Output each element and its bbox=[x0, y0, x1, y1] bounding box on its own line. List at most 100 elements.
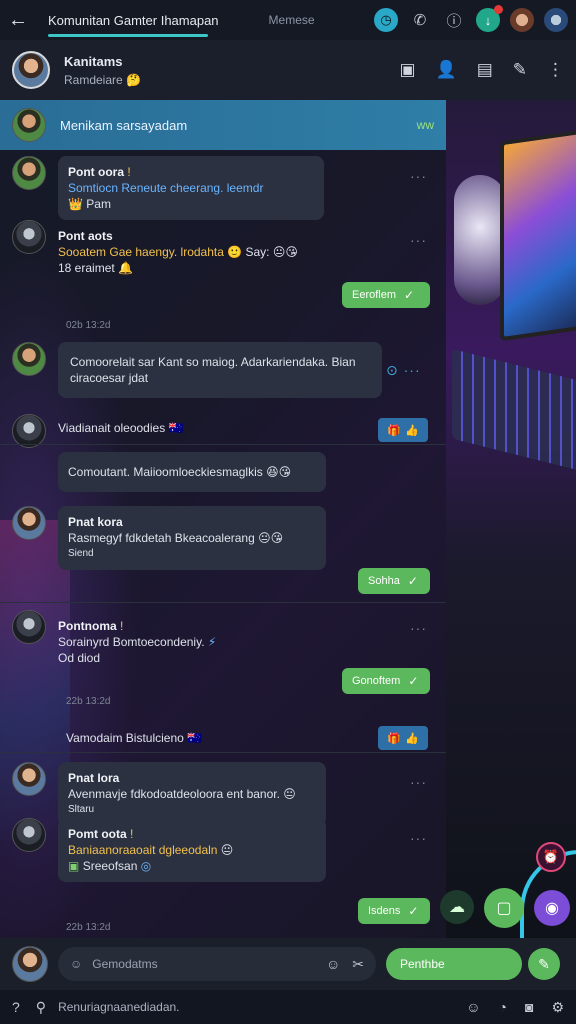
message-item: Pont oora ! Somtiocn Reneute cheerang. l… bbox=[0, 156, 324, 220]
message-bubble[interactable]: Vamodaim Bistulcieno 🇦🇺 bbox=[58, 722, 212, 754]
emoji-icon[interactable]: ☺ bbox=[70, 957, 82, 971]
sender-avatar[interactable] bbox=[12, 506, 46, 540]
message-item: Pontnoma ! Sorainyrd Bomtoecondeniy. ⚡ O… bbox=[0, 610, 226, 674]
voice-icon[interactable]: ✎ bbox=[528, 948, 560, 980]
contact-name: Kanitams bbox=[64, 53, 123, 69]
message-text: Comoorelait sar Kant so maiog. Adarkarie… bbox=[70, 355, 356, 385]
message-bubble[interactable]: Comoutant. Maiioomloeckiesmaglkis 😆😘 bbox=[58, 452, 326, 492]
message-bubble[interactable]: Pontnoma ! Sorainyrd Bomtoecondeniy. ⚡ O… bbox=[58, 610, 226, 674]
outgoing-text: Gonoftem bbox=[352, 675, 401, 687]
sender-avatar[interactable] bbox=[12, 818, 46, 852]
message-bubble[interactable]: Pnat kora Rasmegyf fdkdetah Bkeacoaleran… bbox=[58, 506, 326, 570]
back-arrow-icon[interactable]: ← bbox=[8, 9, 38, 32]
user-icon[interactable]: 👤 bbox=[436, 60, 457, 80]
message-bubble[interactable]: Pnat Iora Avenmavje fdkodoatdeoloora ent… bbox=[58, 762, 326, 826]
reaction-badge[interactable]: 🎁 👍 bbox=[378, 418, 428, 442]
read-check-icon: ✓ bbox=[408, 904, 419, 918]
contact-status: Ramdeiare 🤔 bbox=[64, 72, 141, 87]
outgoing-message[interactable]: Isdens ✓ bbox=[358, 898, 430, 924]
message-menu-icon[interactable]: ··· bbox=[410, 774, 427, 790]
help-icon[interactable]: ? bbox=[12, 999, 20, 1015]
sender-avatar[interactable] bbox=[12, 220, 46, 254]
more-options-icon[interactable]: ⋮ bbox=[547, 60, 564, 80]
reaction-badge[interactable]: 🎁 👍 bbox=[378, 726, 428, 750]
message-text: Viadianait oleoodies bbox=[58, 421, 166, 435]
sender-avatar[interactable] bbox=[12, 610, 46, 644]
message-text: Rasmegyf fdkdetah Bkeacoalerang bbox=[68, 531, 255, 545]
phone-icon[interactable]: ✆ bbox=[408, 11, 432, 29]
message-menu-icon[interactable]: ··· bbox=[410, 232, 427, 248]
contact-avatar[interactable] bbox=[12, 51, 50, 89]
sticker-icon[interactable]: ☺ bbox=[326, 956, 340, 973]
screen-share-icon[interactable]: ▣ bbox=[399, 60, 415, 80]
my-avatar[interactable] bbox=[12, 946, 48, 982]
read-check-icon: ✓ bbox=[407, 574, 418, 588]
camera-icon[interactable]: ◉ bbox=[534, 890, 570, 926]
chat-header: Kanitams Ramdeiare 🤔 ▣ 👤 ▤ ✎ ⋮ bbox=[0, 40, 576, 100]
pencil-icon[interactable]: ✎ bbox=[513, 60, 527, 80]
contact-info[interactable]: Kanitams Ramdeiare 🤔 bbox=[64, 54, 141, 87]
outgoing-message[interactable]: Sohha ✓ bbox=[358, 568, 430, 594]
divider bbox=[0, 752, 446, 753]
message-subtext: 18 eraimet bbox=[58, 261, 115, 275]
divider bbox=[0, 602, 446, 603]
info-icon[interactable]: ⓘ bbox=[442, 10, 466, 31]
top-toolbar: ◷ ✆ ⓘ ↓ bbox=[374, 5, 568, 32]
message-item: Pont aots Sooatem Gae haengy. lrodahta 🙂… bbox=[0, 220, 324, 284]
sender-avatar[interactable] bbox=[12, 414, 46, 448]
outgoing-text: Eeroflem bbox=[352, 289, 397, 301]
sender-name: Pomt oota bbox=[68, 827, 127, 841]
profile-avatar[interactable] bbox=[510, 8, 534, 32]
top-bar: ← Komunitan Gamter Ihamapan Memese ◷ ✆ ⓘ… bbox=[0, 0, 576, 40]
sender-avatar[interactable] bbox=[12, 762, 46, 796]
message-item: Comoorelait sar Kant so maiog. Adarkarie… bbox=[0, 342, 382, 398]
clock-icon[interactable]: ◷ bbox=[374, 8, 398, 32]
pinned-message-banner[interactable]: Menikam sarsayadam ww bbox=[0, 100, 446, 150]
app-title[interactable]: Komunitan Gamter Ihamapan bbox=[48, 13, 219, 28]
message-item: Comoutant. Maiioomloeckiesmaglkis 😆😘 bbox=[0, 452, 326, 492]
sender-avatar[interactable] bbox=[12, 156, 46, 190]
tab-members[interactable]: Memese bbox=[269, 13, 315, 27]
message-input[interactable]: ☺ Gemodatms ☺ ✂ bbox=[58, 947, 376, 981]
message-menu-icon[interactable]: ··· bbox=[410, 830, 427, 846]
search-icon[interactable]: ⚲ bbox=[36, 999, 46, 1016]
message-menu-icon[interactable]: ··· bbox=[410, 620, 427, 636]
compose-icon[interactable]: ▢ bbox=[484, 888, 524, 928]
message-text: Sooatem Gae haengy. lrodahta bbox=[58, 245, 224, 259]
outgoing-message[interactable]: Eeroflem ✓ bbox=[342, 282, 430, 308]
typing-indicator-icon: ⊙ ··· bbox=[386, 362, 421, 378]
instagram-icon[interactable]: ◙ bbox=[525, 999, 533, 1016]
read-check-icon: ✓ bbox=[408, 674, 419, 688]
sender-avatar[interactable] bbox=[12, 342, 46, 376]
sender-name: Pont aots bbox=[58, 229, 113, 243]
message-item: Pnat Iora Avenmavje fdkodoatdeoloora ent… bbox=[0, 762, 326, 826]
attach-icon[interactable]: ✂ bbox=[352, 956, 364, 973]
archive-icon[interactable]: ▤ bbox=[477, 60, 493, 80]
group-avatar[interactable] bbox=[544, 8, 568, 32]
message-bubble[interactable]: Pont oora ! Somtiocn Reneute cheerang. l… bbox=[58, 156, 324, 220]
timestamp: 22b 13:2d bbox=[66, 922, 111, 933]
chat-messages[interactable]: Pont oora ! Somtiocn Reneute cheerang. l… bbox=[0, 150, 446, 938]
alarm-icon[interactable]: ⏰ bbox=[536, 842, 566, 872]
settings-icon[interactable]: ⚙ bbox=[551, 999, 564, 1016]
message-item: Vamodaim Bistulcieno 🇦🇺 bbox=[0, 722, 212, 754]
chat-bubble-icon[interactable]: ☁ bbox=[440, 890, 474, 924]
message-text: Avenmavje fdkodoatdeoloora ent banor. bbox=[68, 787, 280, 801]
message-menu-icon[interactable]: ··· bbox=[410, 168, 427, 184]
gamepad-icon[interactable]: ☺ bbox=[466, 999, 480, 1016]
send-button[interactable]: Penthbe bbox=[386, 948, 522, 980]
message-subtext: Od diod bbox=[58, 651, 101, 665]
sender-name: Pnat kora bbox=[68, 515, 123, 529]
message-bubble[interactable]: Comoorelait sar Kant so maiog. Adarkarie… bbox=[58, 342, 382, 398]
divider bbox=[0, 444, 446, 445]
message-text: Somtiocn Reneute cheerang. leemdr bbox=[68, 181, 264, 195]
outgoing-message[interactable]: Gonoftem ✓ bbox=[342, 668, 430, 694]
chevron-down-icon[interactable]: ww bbox=[417, 118, 434, 132]
message-item: Viadianait oleoodies 🇦🇺 bbox=[0, 414, 193, 448]
message-bubble[interactable]: Pomt oota ! Baniaanoraaoait dgleeodaln 😐… bbox=[58, 818, 326, 882]
message-bubble[interactable]: Viadianait oleoodies 🇦🇺 bbox=[58, 414, 193, 444]
notification-icon[interactable]: ↓ bbox=[476, 5, 503, 32]
discord-icon[interactable]: ◔ bbox=[499, 999, 507, 1016]
message-bubble[interactable]: Pont aots Sooatem Gae haengy. lrodahta 🙂… bbox=[58, 220, 324, 284]
sender-name: Pont oora bbox=[68, 165, 124, 179]
